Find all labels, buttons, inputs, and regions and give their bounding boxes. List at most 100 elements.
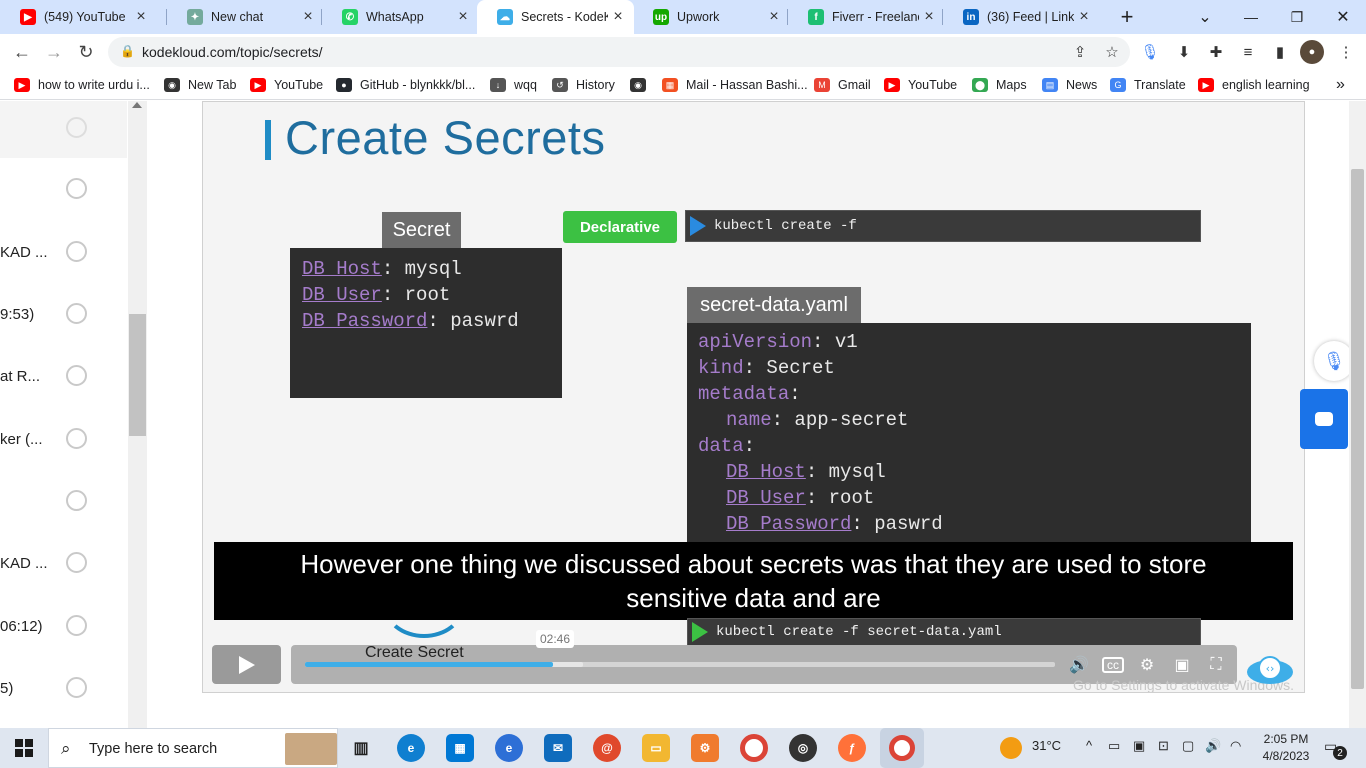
tab-chatgpt[interactable]: ✦ New chat × xyxy=(167,0,324,34)
tab-close-icon[interactable]: × xyxy=(131,8,151,26)
minimize-button[interactable]: — xyxy=(1228,0,1274,34)
bookmark-github-blynkkk-bl[interactable]: ● GitHub - blynkkk/bl... xyxy=(336,75,475,95)
tab-close-icon[interactable]: × xyxy=(1074,8,1094,26)
page-scroll-thumb[interactable] xyxy=(1351,169,1364,689)
temperature[interactable]: 31°C xyxy=(1032,738,1061,753)
settings-app-icon[interactable]: ⚙ xyxy=(691,734,719,762)
tab-close-icon[interactable]: × xyxy=(453,8,473,26)
lesson-item[interactable]: ker (... xyxy=(0,409,127,469)
side-panel-icon[interactable]: ▮ xyxy=(1268,40,1292,64)
lesson-status-circle xyxy=(66,303,87,324)
store-icon[interactable]: ▦ xyxy=(446,734,474,762)
lesson-item[interactable]: KAD ... xyxy=(0,222,127,282)
bookmark-star-icon[interactable]: ☆ xyxy=(1100,40,1124,64)
file-explorer-icon[interactable]: ▭ xyxy=(642,734,670,762)
lesson-item[interactable]: at R... xyxy=(0,346,127,406)
picture-in-picture-icon[interactable]: ▣ xyxy=(1171,655,1193,675)
lesson-item[interactable]: 5) xyxy=(0,658,127,718)
weather-sun-icon[interactable] xyxy=(1000,737,1022,759)
bookmark-wqq[interactable]: ↓ wqq xyxy=(490,75,537,95)
tab-whatsapp[interactable]: ✆ WhatsApp × xyxy=(322,0,479,34)
video-player[interactable]: Create Secrets Secret DB_Host: mysql DB_U… xyxy=(202,101,1305,693)
tray-chevron-icon[interactable]: ^ xyxy=(1086,738,1092,753)
tab-kodekloud[interactable]: ☁ Secrets - KodeKl × xyxy=(477,0,634,34)
clock[interactable]: 2:05 PM 4/8/2023 xyxy=(1256,731,1316,765)
obs-icon[interactable]: ◎ xyxy=(789,734,817,762)
lesson-item[interactable]: KAD ... xyxy=(0,533,127,593)
profile-avatar[interactable]: ● xyxy=(1300,40,1324,64)
bookmarks-overflow-icon[interactable]: » xyxy=(1336,75,1345,95)
tab-close-icon[interactable]: × xyxy=(298,8,318,26)
bookmark-history[interactable]: ↺ History xyxy=(552,75,615,95)
download-extension-icon[interactable]: ⬇ xyxy=(1172,40,1196,64)
new-tab-button[interactable]: + xyxy=(1104,0,1150,34)
back-button[interactable]: ← xyxy=(8,38,36,66)
close-window-button[interactable]: ✕ xyxy=(1320,0,1366,34)
tab-close-icon[interactable]: × xyxy=(919,8,939,26)
restore-button[interactable]: ❐ xyxy=(1274,0,1320,34)
task-view-icon[interactable]: ▥ xyxy=(347,734,375,762)
chrome-active-icon[interactable] xyxy=(880,728,924,768)
mail-icon[interactable]: ✉ xyxy=(544,734,572,762)
windows-start-button[interactable] xyxy=(0,728,48,768)
chat-support-button[interactable] xyxy=(1300,389,1348,449)
mic-extension-icon[interactable]: 🎙 xyxy=(1138,40,1162,64)
tray-usb-icon[interactable]: ⊡ xyxy=(1158,738,1169,754)
bookmark-youtube[interactable]: ▶ YouTube xyxy=(884,75,957,95)
lesson-title: 9:53) xyxy=(0,306,35,323)
tab-close-icon[interactable]: × xyxy=(764,8,784,26)
bookmark-mail-hassan-bashi[interactable]: ▦ Mail - Hassan Bashi... xyxy=(662,75,808,95)
wifi-icon[interactable]: ◠ xyxy=(1230,738,1241,754)
bookmark-new-tab[interactable]: ◉ New Tab xyxy=(164,75,236,95)
address-bar[interactable]: 🔒 kodekloud.com/topic/secrets/ ⇪ ☆ xyxy=(108,37,1130,67)
bookmark-gmail[interactable]: M Gmail xyxy=(814,75,871,95)
tab-close-icon[interactable]: × xyxy=(608,8,628,26)
bookmark-youtube[interactable]: ▶ YouTube xyxy=(250,75,323,95)
volume-tray-icon[interactable]: 🔊 xyxy=(1205,738,1221,754)
captions-icon[interactable]: cc xyxy=(1102,657,1124,673)
tray-display-icon[interactable]: ▢ xyxy=(1182,738,1194,754)
media-control-icon[interactable]: ≡ xyxy=(1236,40,1260,64)
lesson-item[interactable]: 06:12) xyxy=(0,596,127,656)
sidebar-scroll-thumb[interactable] xyxy=(129,314,146,436)
play-button[interactable] xyxy=(212,645,281,684)
bookmark-how-to-write-urdu-i[interactable]: ▶ how to write urdu i... xyxy=(14,75,150,95)
tab-fiverr[interactable]: f Fiverr - Freelance× xyxy=(788,0,945,34)
bookmark-translate[interactable]: G Translate xyxy=(1110,75,1186,95)
taskbar-search[interactable]: ⌕ Type here to search xyxy=(48,728,338,768)
tab-linkedin[interactable]: in (36) Feed | Linkec× xyxy=(943,0,1100,34)
voice-search-icon[interactable]: 🎙 xyxy=(1314,341,1354,381)
lesson-item[interactable] xyxy=(0,471,127,531)
progress-bar[interactable] xyxy=(305,662,1055,667)
settings-gear-icon[interactable]: ⚙ xyxy=(1136,655,1158,675)
firefox-icon[interactable]: ƒ xyxy=(838,734,866,762)
bookmark-globe[interactable]: ◉ xyxy=(630,75,654,95)
bookmark-label: wqq xyxy=(514,78,537,92)
reload-button[interactable]: ↻ xyxy=(72,38,100,66)
search-placeholder: Type here to search xyxy=(89,741,218,757)
chrome-icon[interactable] xyxy=(740,734,768,762)
sidebar-scrollbar[interactable] xyxy=(128,101,147,728)
tab-search-icon[interactable]: ⌄ xyxy=(1182,0,1228,34)
edge-icon[interactable]: e xyxy=(397,734,425,762)
scroll-up-arrow-icon[interactable] xyxy=(132,102,142,108)
edge-beta-icon[interactable]: e xyxy=(495,734,523,762)
lesson-item-selected[interactable] xyxy=(0,101,127,158)
tab-youtube[interactable]: ▶ (549) YouTube × xyxy=(0,0,157,34)
tray-device-icon[interactable]: ▣ xyxy=(1133,738,1145,754)
page-scrollbar[interactable] xyxy=(1349,101,1366,728)
forward-button[interactable]: → xyxy=(40,38,68,66)
app-swirl-icon[interactable]: @ xyxy=(593,734,621,762)
fullscreen-icon[interactable]: ⛶ xyxy=(1205,655,1227,675)
lesson-item[interactable] xyxy=(0,159,127,219)
share-icon[interactable]: ⇪ xyxy=(1068,40,1092,64)
browser-menu-icon[interactable]: ⋮ xyxy=(1334,40,1358,64)
tray-network-icon[interactable]: ▭ xyxy=(1108,738,1120,754)
bookmark-english-learning[interactable]: ▶ english learning xyxy=(1198,75,1310,95)
bookmark-news[interactable]: ▤ News xyxy=(1042,75,1097,95)
bookmark-maps[interactable]: ⬤ Maps xyxy=(972,75,1027,95)
volume-icon[interactable]: 🔊 xyxy=(1068,655,1090,675)
extensions-puzzle-icon[interactable]: ✚ xyxy=(1204,40,1228,64)
lesson-item[interactable]: 9:53) xyxy=(0,284,127,344)
tab-upwork[interactable]: up Upwork × xyxy=(633,0,790,34)
